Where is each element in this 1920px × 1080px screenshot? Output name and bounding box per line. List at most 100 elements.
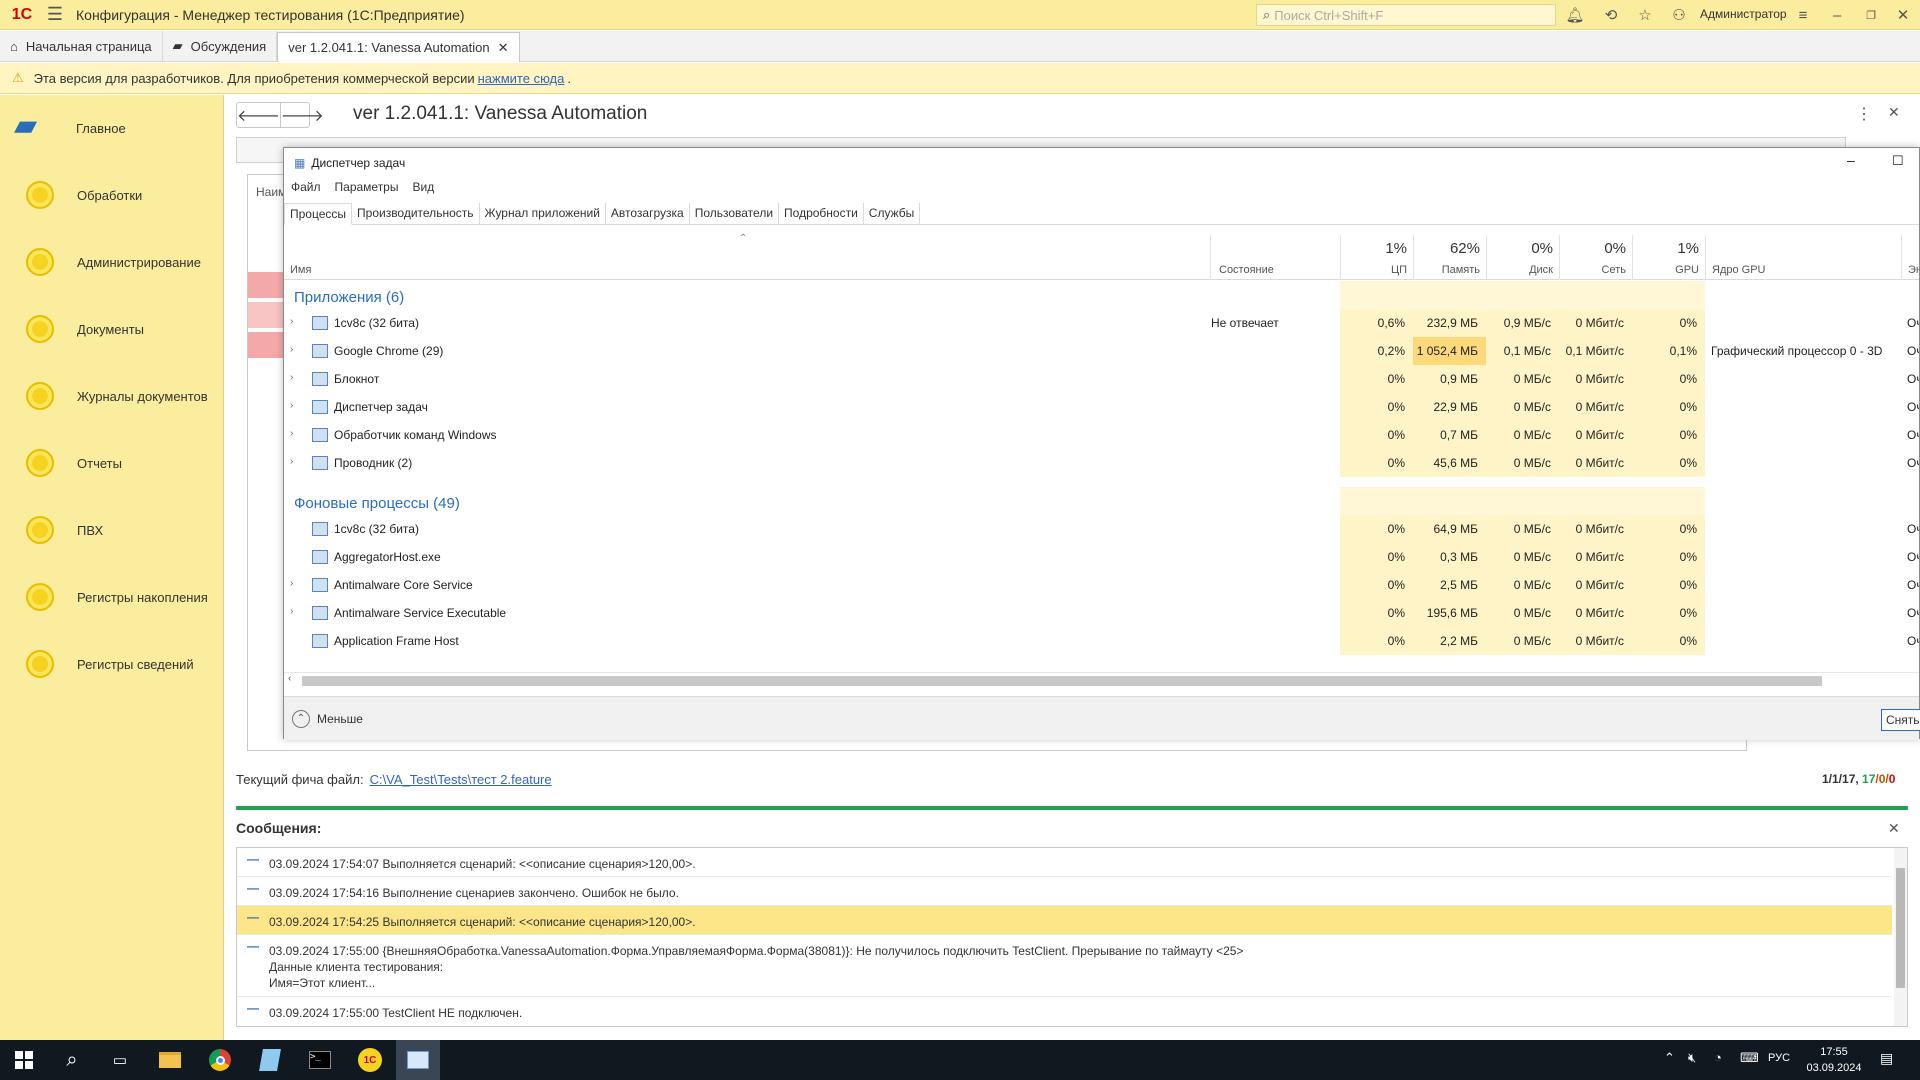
more-icon[interactable]: ⋮	[1856, 104, 1872, 124]
col-network[interactable]: 0% Сеть	[1559, 235, 1632, 280]
star-icon[interactable]: ☆	[1634, 4, 1656, 26]
scrollbar-thumb[interactable]	[302, 676, 1822, 686]
task-view-icon[interactable]: ▭	[96, 1040, 144, 1080]
close-icon[interactable]: ✕	[1888, 820, 1900, 837]
tab-home[interactable]: ⌂ Начальная страница	[0, 31, 163, 61]
process-row[interactable]: › Проводник (2) 0% 45,6 МБ 0 МБ/с 0 Мбит/с 0% О…	[284, 449, 1919, 477]
user-name[interactable]: Администратор	[1700, 7, 1787, 21]
sidebar-item-journals[interactable]: Журналы документов	[0, 376, 224, 416]
search-input[interactable]: ⌕ Поиск Ctrl+Shift+F	[1256, 4, 1556, 26]
feature-path-link[interactable]: C:\VA_Test\Tests\тест 2.feature	[370, 772, 552, 787]
group-background[interactable]: Фоновые процессы (49)	[294, 495, 460, 512]
settings-menu-icon[interactable]: ≡	[1792, 4, 1814, 26]
forward-icon[interactable]: 🡒	[281, 103, 324, 127]
col-name[interactable]: Имя	[284, 235, 1210, 280]
user-icon[interactable]: ⚇	[1668, 4, 1690, 26]
expand-chevron-icon[interactable]: ›	[290, 344, 293, 355]
1c-icon[interactable]: 1C	[346, 1040, 394, 1080]
sidebar-item-documents[interactable]: Документы	[0, 309, 224, 349]
col-memory[interactable]: 62% Память	[1413, 235, 1486, 280]
group-apps[interactable]: Приложения (6)	[294, 289, 404, 306]
message-item[interactable]: — 03.09.2024 17:54:16 Выполнение сценарие…	[237, 877, 1892, 906]
expand-chevron-icon[interactable]: ›	[290, 456, 293, 467]
col-gpu-core[interactable]: Ядро GPU	[1705, 235, 1901, 280]
search-icon[interactable]: ⌕	[48, 1040, 96, 1080]
tab-processes[interactable]: Процессы	[284, 203, 353, 225]
col-gpu[interactable]: 1% GPU	[1632, 235, 1705, 280]
process-row[interactable]: › 1cv8c (32 бита) Не отвечает 0,6% 232,9 МБ 0…	[284, 309, 1919, 337]
close-icon[interactable]: ✕	[1892, 4, 1914, 26]
message-item[interactable]: — 03.09.2024 17:55:00 TestClient НЕ подкл…	[237, 997, 1892, 1026]
keyboard-icon[interactable]: ⌨	[1740, 1050, 1759, 1066]
collapse-icon[interactable]: ⌃	[292, 710, 310, 728]
process-row[interactable]: › Antimalware Core Service 0% 2,5 МБ 0 МБ/с 0…	[284, 571, 1919, 599]
scroll-left-icon[interactable]: ‹	[288, 673, 291, 684]
notifications-icon[interactable]: ▤	[1880, 1050, 1893, 1067]
message-item-selected[interactable]: — 03.09.2024 17:54:25 Выполняется сценари…	[237, 906, 1892, 935]
process-row[interactable]: ›Блокнот0%0,9 МБ0 МБ/с0 Мбит/с0%Оче	[284, 365, 1919, 393]
bell-icon[interactable]: 🔔︎	[1564, 4, 1586, 26]
sidebar-item-accum-registers[interactable]: Регистры накопления	[0, 577, 224, 617]
scrollbar-thumb[interactable]	[1896, 868, 1905, 988]
tab-app-history[interactable]: Журнал приложений	[480, 203, 606, 225]
sidebar-item-processing[interactable]: Обработки	[0, 175, 224, 215]
expand-chevron-icon[interactable]: ›	[290, 400, 293, 411]
cmd-icon[interactable]: >_	[296, 1040, 344, 1080]
network-icon[interactable]: ◔	[1714, 1050, 1722, 1065]
vertical-scrollbar[interactable]	[1894, 848, 1907, 1026]
chevron-up-icon[interactable]: ⌃	[1664, 1050, 1675, 1066]
tab-performance[interactable]: Производительность	[352, 203, 480, 225]
history-icon[interactable]: ⟲	[1600, 4, 1622, 26]
col-energy[interactable]: Эне	[1901, 235, 1920, 280]
message-item[interactable]: — 03.09.2024 17:54:07 Выполняется сценари…	[237, 848, 1892, 877]
maximize-icon[interactable]: ☐	[1892, 153, 1904, 169]
sidebar-item-info-registers[interactable]: Регистры сведений	[0, 644, 224, 684]
process-row[interactable]: › Antimalware Service Executable 0% 195,6 М…	[284, 599, 1919, 627]
expand-chevron-icon[interactable]: ›	[290, 428, 293, 439]
minimize-icon[interactable]: –	[1847, 152, 1855, 168]
expand-chevron-icon[interactable]: ›	[290, 606, 293, 617]
language-indicator[interactable]: РУС	[1768, 1052, 1790, 1064]
windows-start-icon[interactable]	[0, 1040, 48, 1080]
volume-muted-icon[interactable]: 🔇︎	[1688, 1050, 1696, 1066]
close-icon[interactable]: ✕	[1888, 104, 1900, 121]
col-disk[interactable]: 0% Диск	[1486, 235, 1559, 280]
expand-chevron-icon[interactable]: ›	[290, 316, 293, 327]
sidebar-item-reports[interactable]: Отчеты	[0, 443, 224, 483]
tab-details[interactable]: Подробности	[779, 203, 864, 225]
tab-startup[interactable]: Автозагрузка	[606, 203, 690, 225]
col-state[interactable]: Состояние	[1210, 235, 1340, 280]
process-row[interactable]: AggregatorHost.exe 0% 0,3 МБ 0 МБ/с 0 Мбит/с…	[284, 543, 1919, 571]
menu-options[interactable]: Параметры	[328, 180, 406, 200]
minimize-icon[interactable]: –	[1826, 4, 1848, 26]
process-row[interactable]: › Google Chrome (29) 0,2% 1 052,4 МБ 0,1 МБ/…	[284, 337, 1919, 365]
process-row[interactable]: 1cv8c (32 бита) 0% 64,9 МБ 0 МБ/с 0 Мбит/с 0%…	[284, 515, 1919, 543]
menu-file[interactable]: Файл	[284, 180, 328, 200]
sidebar-item-pvh[interactable]: ПВХ	[0, 510, 224, 550]
menu-view[interactable]: Вид	[405, 180, 441, 200]
tab-discussions[interactable]: ▰ Обсуждения	[163, 31, 278, 61]
close-icon[interactable]: ✕	[498, 40, 509, 56]
buy-link[interactable]: нажмите сюда	[478, 71, 565, 86]
sidebar-item-admin[interactable]: Администрирование	[0, 242, 224, 282]
tab-users[interactable]: Пользователи	[690, 203, 780, 225]
fewer-details-link[interactable]: Меньше	[317, 712, 363, 726]
tab-services[interactable]: Службы	[864, 203, 921, 225]
process-row[interactable]: Application Frame Host 0% 2,2 МБ 0 МБ/с 0 Мб…	[284, 627, 1919, 655]
process-row[interactable]: › Обработчик команд Windows 0% 0,7 МБ 0 МБ/с…	[284, 421, 1919, 449]
restore-icon[interactable]: ❐	[1860, 4, 1882, 26]
back-icon[interactable]: 🡐	[237, 103, 281, 127]
explorer-icon[interactable]	[146, 1040, 194, 1080]
chrome-icon[interactable]	[196, 1040, 244, 1080]
notepad-icon[interactable]	[246, 1040, 294, 1080]
tab-vanessa[interactable]: ver 1.2.041.1: Vanessa Automation ✕	[277, 32, 520, 62]
expand-chevron-icon[interactable]: ›	[290, 578, 293, 589]
task-manager-icon[interactable]	[396, 1040, 440, 1080]
process-row[interactable]: › Диспетчер задач 0% 22,9 МБ 0 МБ/с 0 Мбит/с 0…	[284, 393, 1919, 421]
main-menu-icon[interactable]: ☰	[44, 0, 66, 30]
message-item[interactable]: — 03.09.2024 17:55:00 {ВнешняяОбработка.V…	[237, 935, 1892, 997]
1c-logo[interactable]: 1С	[0, 0, 44, 30]
expand-chevron-icon[interactable]: ›	[290, 372, 293, 383]
sidebar-item-main[interactable]: ▰ Главное	[0, 108, 224, 148]
end-task-button[interactable]: Снять	[1881, 709, 1920, 731]
